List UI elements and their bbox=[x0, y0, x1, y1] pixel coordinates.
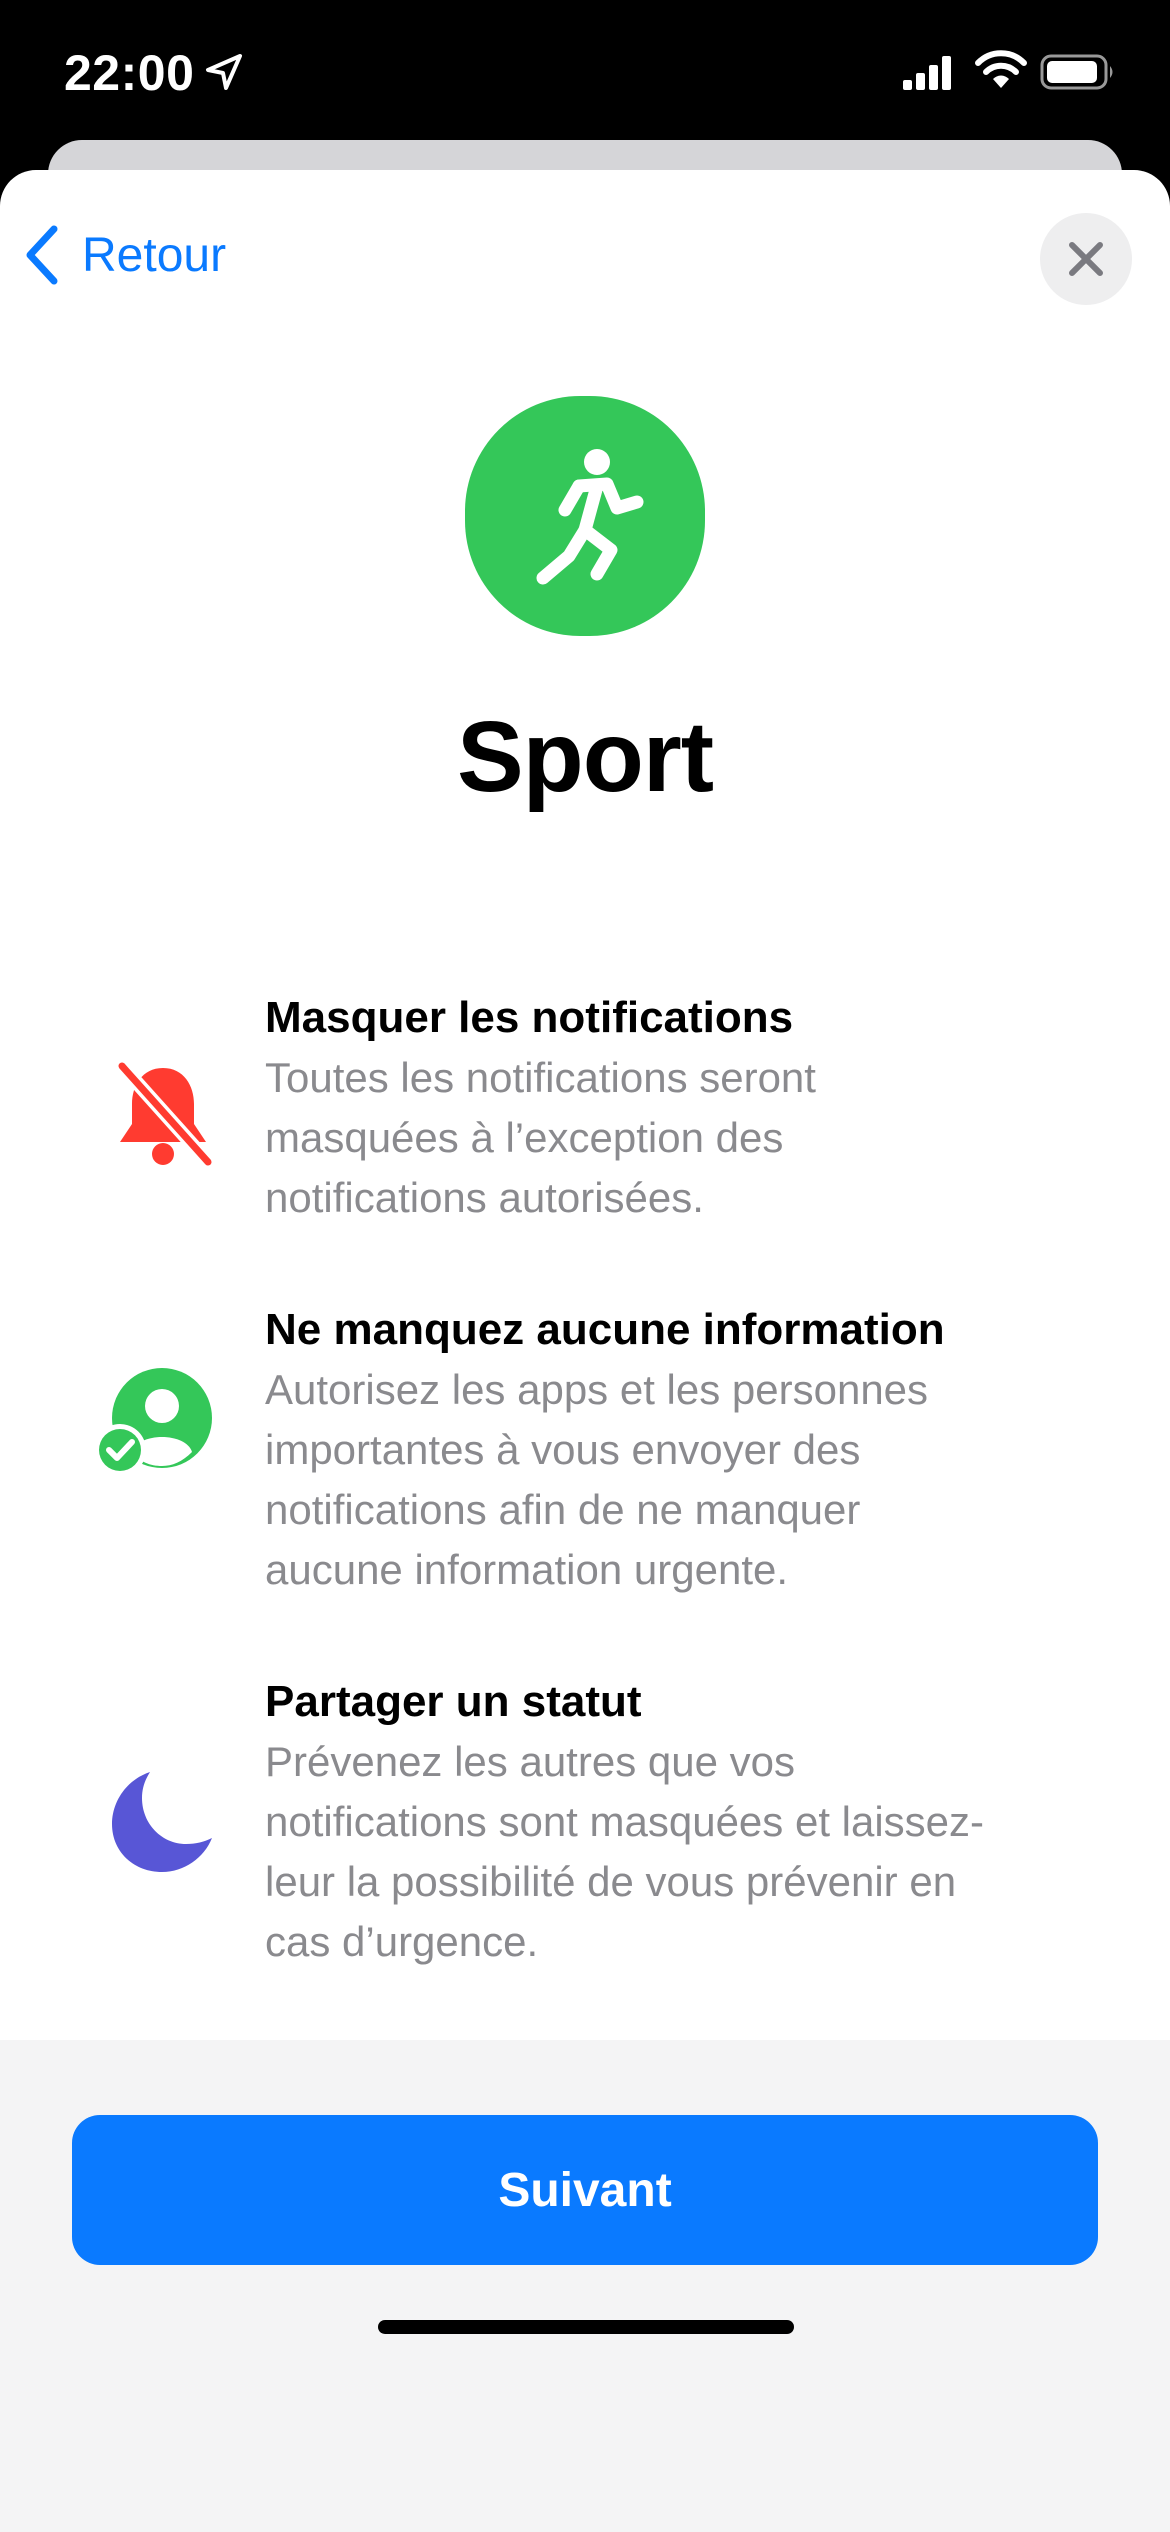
footer: Suivant bbox=[0, 2040, 1170, 2532]
feature-description: notifications sont masquées et laissez- bbox=[265, 1798, 985, 1845]
status-bar: 22:00 bbox=[0, 0, 1170, 140]
feature-title: Ne manquez aucune information bbox=[265, 1305, 945, 1354]
close-icon bbox=[1069, 242, 1103, 276]
chevron-left-icon bbox=[26, 225, 58, 285]
feature-text: Partager un statut Prévenez les autres q… bbox=[265, 1672, 1095, 1972]
wifi-icon bbox=[975, 50, 1027, 88]
next-button[interactable]: Suivant bbox=[72, 2115, 1098, 2265]
home-indicator[interactable] bbox=[378, 2320, 794, 2334]
close-button[interactable] bbox=[1040, 213, 1132, 305]
focus-icon-badge bbox=[465, 396, 705, 636]
feature-text: Masquer les notifications Toutes les not… bbox=[265, 988, 1095, 1228]
feature-text: Ne manquez aucune information Autorisez … bbox=[265, 1300, 1095, 1600]
focus-title: Sport bbox=[456, 701, 714, 813]
feature-description: leur la possibilité de vous prévenir en bbox=[265, 1858, 957, 1905]
feature-description: Prévenez les autres que vos bbox=[265, 1738, 795, 1785]
back-button[interactable]: Retour bbox=[22, 220, 226, 290]
feature-title: Partager un statut bbox=[265, 1677, 642, 1726]
feature-description: masquées à l’exception des bbox=[265, 1114, 784, 1161]
cellular-signal-icon bbox=[903, 56, 951, 90]
person-checkmark-icon bbox=[94, 1368, 212, 1476]
status-time: 22:00 bbox=[64, 45, 195, 101]
running-figure-icon bbox=[536, 449, 644, 585]
feature-description: notifications autorisées. bbox=[265, 1174, 704, 1221]
focus-setup-sheet: Retour Sport Masquer les notifications T… bbox=[0, 170, 1170, 2532]
screen: 22:00 Retour Sport Masquer les notificat… bbox=[0, 0, 1170, 2532]
bell-slash-icon bbox=[115, 1060, 215, 1168]
feature-title: Masquer les notifications bbox=[265, 993, 794, 1042]
battery-icon bbox=[1040, 54, 1113, 90]
feature-description: importantes à vous envoyer des bbox=[265, 1426, 861, 1473]
feature-description: Toutes les notifications seront bbox=[265, 1054, 816, 1101]
feature-description: Autorisez les apps et les personnes bbox=[265, 1366, 929, 1413]
back-button-label: Retour bbox=[82, 228, 227, 282]
feature-description: notifications afin de ne manquer bbox=[265, 1486, 861, 1533]
location-arrow-icon bbox=[206, 54, 242, 90]
feature-description: cas d’urgence. bbox=[265, 1918, 539, 1965]
feature-description: aucune information urgente. bbox=[265, 1546, 789, 1593]
moon-icon bbox=[112, 1772, 212, 1872]
